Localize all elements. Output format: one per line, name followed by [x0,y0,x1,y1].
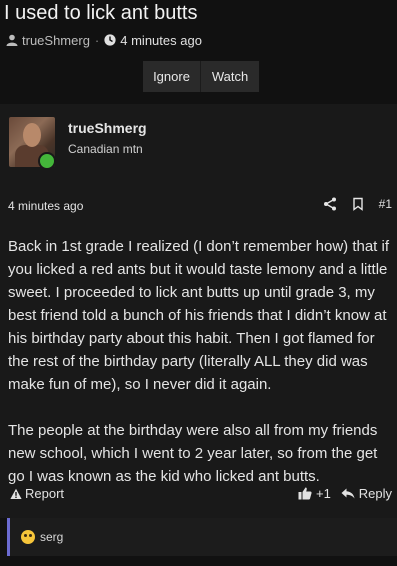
post-card: trueShmerg Canadian mtn 4 minutes ago #1… [0,104,397,518]
post-body: Back in 1st grade I realized (I don’t re… [8,235,392,511]
post-time[interactable]: 4 minutes ago [8,199,83,213]
topic-title: I used to lick ant butts [4,2,198,24]
post-paragraph: The people at the birthday were also all… [8,422,378,485]
meta-separator: · [94,32,100,48]
report-button[interactable]: Report [10,486,64,501]
topic-meta: trueShmerg · 4 minutes ago [6,31,202,49]
post-paragraph: Back in 1st grade I realized (I don’t re… [8,238,390,393]
post-top-actions: #1 [323,197,392,211]
emoji-icon [21,530,35,544]
reply-icon [341,488,355,499]
avatar-figure-face [23,123,41,147]
post-user-title: Canadian mtn [68,142,143,156]
reply-label: Reply [358,486,392,501]
watch-button[interactable]: Watch [201,61,259,92]
clock-icon [104,34,116,46]
online-status-indicator [38,152,56,170]
reaction-bar: serg [7,518,397,556]
reaction-user[interactable]: serg [21,530,63,544]
warning-icon [10,488,22,499]
post-number-link[interactable]: #1 [379,197,392,211]
reaction-user-name: serg [40,530,64,544]
user-icon [6,34,18,46]
thumbs-up-icon [298,487,312,500]
post-username[interactable]: trueShmerg [68,120,147,136]
reply-button[interactable]: Reply [341,486,392,501]
ignore-button[interactable]: Ignore [143,61,201,92]
topic-time: 4 minutes ago [120,32,202,48]
topic-button-group: Ignore Watch [143,61,259,92]
like-count: +1 [316,486,331,501]
like-button[interactable]: +1 [298,486,331,501]
share-icon[interactable] [323,197,337,211]
report-label: Report [25,486,65,501]
topic-author-link[interactable]: trueShmerg [22,33,90,48]
bookmark-icon[interactable] [351,197,365,211]
